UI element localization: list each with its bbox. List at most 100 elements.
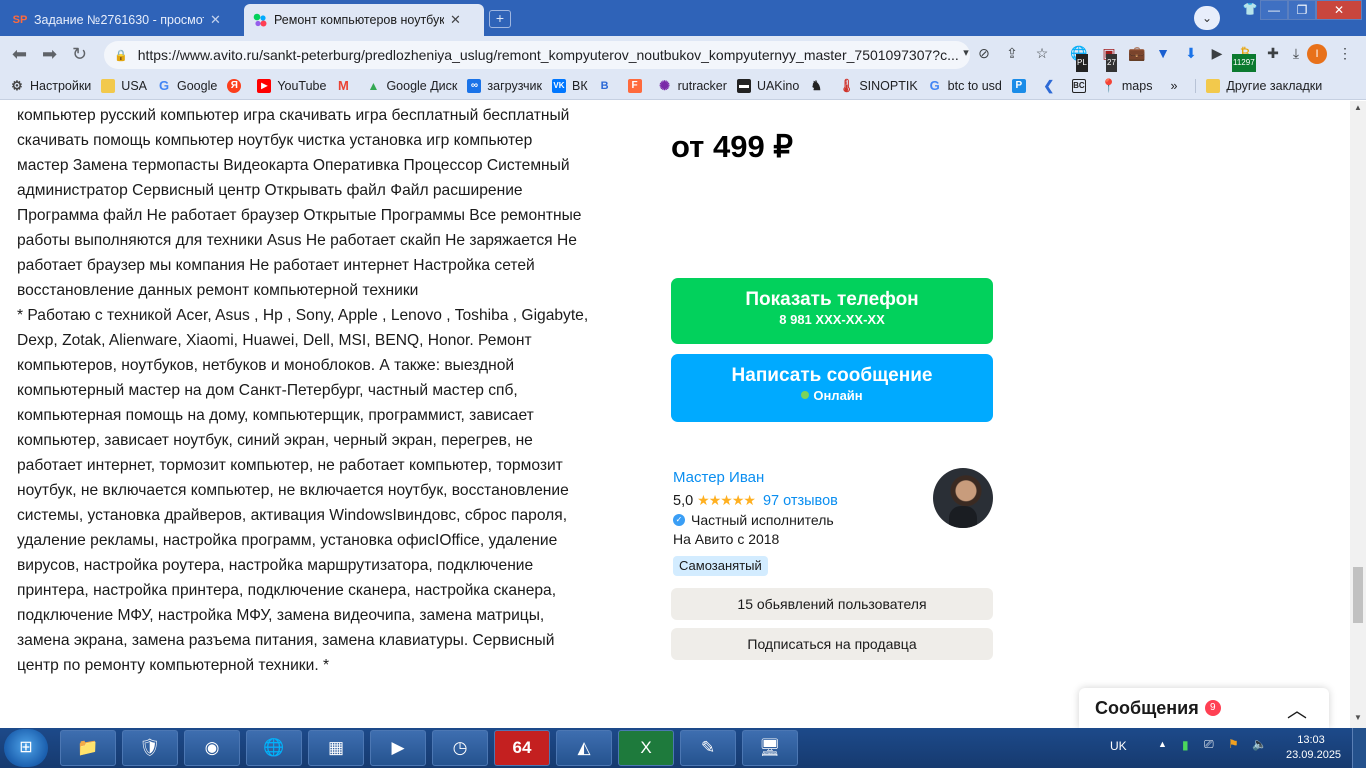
app-64-icon[interactable]: 64 [494, 730, 550, 766]
tab-zadanie[interactable]: SP Задание №2761630 - просмотр з ✕ [4, 4, 240, 36]
url-text[interactable]: https://www.avito.ru/sankt-peterburg/pre… [138, 47, 958, 63]
other-bookmarks[interactable]: Другие закладки [1195, 78, 1322, 93]
tray-app-icon[interactable]: ▮ [1182, 738, 1189, 752]
bitcoin-icon[interactable]: ₿ 11297 [1232, 44, 1256, 72]
loader-icon: ∞ [467, 78, 482, 93]
yandex-icon: Я [227, 78, 242, 93]
briefcase-icon[interactable]: 💼 [1128, 44, 1146, 62]
bookmark-usa[interactable]: USA [101, 78, 147, 93]
media-icon[interactable]: ▶ [370, 730, 426, 766]
show-desktop-button[interactable] [1352, 728, 1366, 768]
bookmark-sinoptik[interactable]: 🌡 SINOPTIK [838, 78, 918, 93]
google-icon: G [929, 78, 940, 93]
write-message-button[interactable]: Написать сообщение Онлайн [671, 354, 993, 422]
reviews-link[interactable]: 97 отзывов [763, 493, 838, 509]
phone-number: 8 981 XXX-XX-XX [779, 312, 885, 327]
bookmark-arrow[interactable]: ❮ [1042, 78, 1062, 93]
show-phone-button[interactable]: Показать телефон 8 981 XXX-XX-XX [671, 278, 993, 344]
language-indicator[interactable]: UK [1110, 739, 1127, 753]
seller-avatar[interactable] [933, 468, 993, 528]
tab-collapsed[interactable] [668, 4, 808, 36]
chart-app-icon[interactable]: ◭ [556, 730, 612, 766]
description-line: принтера, настройка принтера, подключени… [17, 582, 557, 599]
messages-widget[interactable]: Сообщения 9 ︿ [1079, 688, 1329, 728]
menu-icon[interactable]: ⋮ [1336, 44, 1354, 62]
star-icon[interactable]: ☆ [1033, 44, 1051, 62]
subscribe-seller-button[interactable]: Подписаться на продавца [671, 628, 993, 660]
shield-icon[interactable]: 🛡 [122, 730, 178, 766]
bookmark-icon-only[interactable]: B [598, 79, 618, 93]
bookmark-rutracker[interactable]: ✺ rutracker [658, 78, 727, 93]
more-bookmarks-button[interactable]: » [1170, 79, 1177, 93]
tab-collapsed[interactable] [816, 4, 956, 36]
bookmark-uakino[interactable]: ▬ UAKino [736, 78, 799, 93]
bookmark-google[interactable]: G Google [157, 78, 217, 93]
bookmark-google-drive[interactable]: ▲ Google Диск [366, 79, 457, 93]
chevron-up-icon[interactable]: ︿ [1287, 694, 1307, 723]
back-icon[interactable]: ⬅ [12, 44, 27, 65]
bookmark-label: Настройки [30, 78, 92, 93]
globe-pl-icon[interactable]: 🌐 PL [1070, 44, 1088, 72]
no-tracking-icon[interactable]: ⊘ [975, 44, 993, 62]
excel-icon[interactable]: X [618, 730, 674, 766]
new-tab-button[interactable]: + [489, 10, 511, 28]
shirt-icon[interactable]: 👕 [1240, 0, 1260, 20]
bookmark-maps[interactable]: 📍 maps [1101, 78, 1153, 93]
close-icon[interactable]: ✕ [450, 12, 461, 28]
bookmark-youtube[interactable]: ▶ YouTube [257, 78, 326, 93]
downloads-icon[interactable]: ⤓ [1287, 44, 1305, 62]
vpn-icon[interactable]: ▼ [1154, 44, 1172, 62]
scroll-down-icon[interactable]: ▼ [1354, 713, 1362, 722]
page-scrollbar[interactable]: ▲ ▼ [1350, 101, 1366, 728]
download-ext-icon[interactable]: ⬇ [1182, 44, 1200, 62]
share-icon[interactable]: ⇪ [1003, 44, 1021, 62]
bookmark-vk[interactable]: VK ВК [551, 78, 588, 93]
forward-icon[interactable]: ➡ [42, 44, 57, 65]
clock-app-icon[interactable]: ◷ [432, 730, 488, 766]
start-button[interactable]: ⊞ [4, 729, 48, 767]
volume-icon[interactable]: 🔈 [1252, 737, 1267, 751]
bookmark-bc[interactable]: BC [1071, 78, 1092, 93]
bookmark-settings[interactable]: ⚙ Настройки [10, 78, 92, 93]
seller-ads-button[interactable]: 15 обьявлений пользователя [671, 588, 993, 620]
close-icon[interactable]: ✕ [210, 12, 221, 28]
explorer-icon[interactable]: 📁 [60, 730, 116, 766]
bookmark-zagruzchik[interactable]: ∞ загрузчик [467, 78, 542, 93]
puzzle-icon[interactable]: ✚ [1264, 44, 1282, 62]
seller-name-link[interactable]: Мастер Иван [673, 469, 764, 486]
sp-favicon-icon: SP [12, 14, 28, 26]
profile-avatar[interactable]: I [1307, 44, 1327, 64]
monitor-icon[interactable]: 🖥 [742, 730, 798, 766]
bookmark-p[interactable]: P [1011, 78, 1032, 93]
description-line: компьютерный мастер на дом Санкт-Петербу… [17, 382, 518, 399]
globe-icon[interactable]: 🌐 [246, 730, 302, 766]
notes-icon[interactable]: ✎ [680, 730, 736, 766]
tab-collapsed[interactable] [964, 4, 1104, 36]
chrome-icon[interactable]: ◉ [184, 730, 240, 766]
tray-device-icon[interactable]: ⎚ [1204, 737, 1214, 752]
maximize-button[interactable]: ❐ [1288, 0, 1316, 20]
bookmark-yandex[interactable]: Я [227, 78, 247, 93]
dropdown-icon[interactable]: ▾ [957, 44, 975, 62]
bookmark-gmail[interactable]: M [336, 78, 356, 93]
bookmark-chess[interactable]: ♞ [809, 78, 829, 93]
clock[interactable]: 13:03 23.09.2025 [1286, 733, 1341, 763]
bookmark-f[interactable]: F [627, 78, 648, 93]
window-close-button[interactable]: ✕ [1316, 0, 1362, 20]
tab-collapsed[interactable] [520, 4, 660, 36]
tab-avito[interactable]: Ремонт компьютеров ноутбуков ✕ [244, 4, 484, 36]
calendar-icon[interactable]: ▣ 27 [1100, 44, 1118, 72]
scrollbar-thumb[interactable] [1353, 567, 1363, 623]
reload-icon[interactable]: ↻ [72, 44, 87, 65]
bookmark-btc-to-usd[interactable]: Gbtc to usd [928, 78, 1002, 93]
network-app-icon[interactable]: ▦ [308, 730, 364, 766]
description-line: системы, установка драйверов, активация … [17, 507, 568, 524]
tab-search-icon[interactable]: ⌄ [1194, 6, 1220, 30]
address-bar[interactable]: 🔒 https://www.avito.ru/sankt-peterburg/p… [104, 41, 970, 69]
minimize-button[interactable]: — [1260, 0, 1288, 20]
description-line: скачивать помощь компьютер ноутбук чистк… [17, 132, 533, 149]
scroll-up-icon[interactable]: ▲ [1354, 103, 1362, 112]
terminal-icon[interactable]: ▶ [1208, 44, 1226, 62]
tray-expand-icon[interactable]: ▲ [1158, 739, 1167, 749]
network-icon[interactable]: ⚑ [1228, 737, 1239, 751]
